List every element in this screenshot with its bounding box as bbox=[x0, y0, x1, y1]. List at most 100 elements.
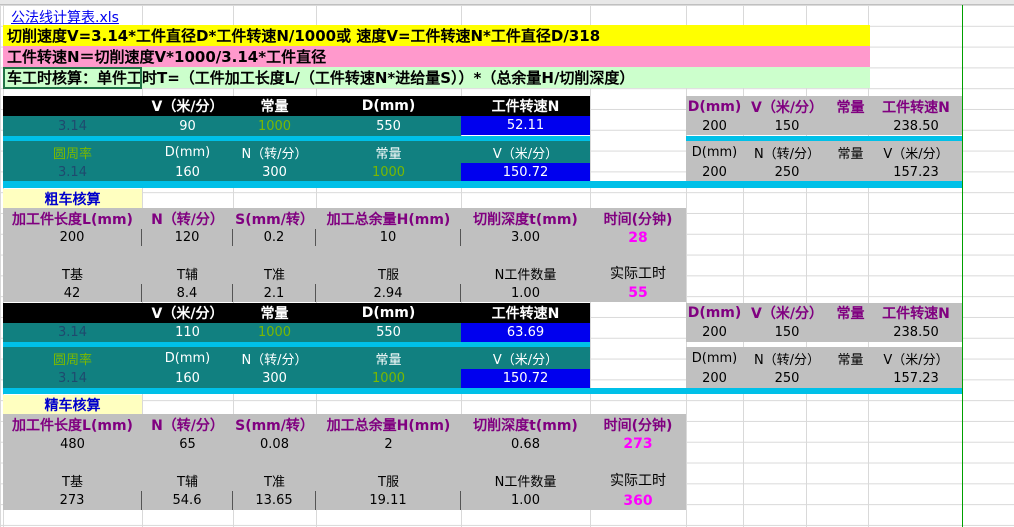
selected-cell[interactable] bbox=[3, 67, 142, 89]
fine-title: 精车核算 bbox=[3, 395, 142, 414]
side4-const[interactable] bbox=[831, 369, 870, 388]
fine-tserv[interactable]: 19.11 bbox=[316, 491, 461, 510]
column-header-strip bbox=[0, 0, 1014, 5]
side1-d-header: D(mm) bbox=[686, 96, 743, 117]
calc1-header-const: 常量 bbox=[233, 96, 316, 116]
rough-title: 粗车核算 bbox=[3, 189, 142, 208]
fine-count-label: N工件数量 bbox=[461, 469, 590, 491]
rough-tprep-label: T准 bbox=[233, 262, 316, 284]
rough-count[interactable]: 1.00 bbox=[461, 284, 590, 302]
rough-tprep[interactable]: 2.1 bbox=[233, 284, 316, 302]
calc2-const-label: 常量 bbox=[316, 347, 461, 369]
calc2-pi[interactable]: 3.14 bbox=[3, 323, 142, 342]
calc2-d2[interactable]: 160 bbox=[142, 369, 233, 388]
side2-n[interactable]: 250 bbox=[743, 163, 831, 181]
calc2-const[interactable]: 1000 bbox=[233, 323, 316, 342]
fine-header-l: 加工件长度L(mm) bbox=[3, 414, 142, 435]
side2-const[interactable] bbox=[831, 163, 870, 181]
side3-d[interactable]: 200 bbox=[686, 323, 743, 342]
side2-d[interactable]: 200 bbox=[686, 163, 743, 181]
calc2-v-result[interactable]: 150.72 bbox=[461, 369, 590, 388]
fine-h[interactable]: 2 bbox=[316, 435, 461, 453]
fine-t[interactable]: 0.68 bbox=[461, 435, 590, 453]
rough-tserv-label: T服 bbox=[316, 262, 461, 284]
fine-n[interactable]: 65 bbox=[142, 435, 233, 453]
side2-n-header: N（转/分） bbox=[743, 141, 831, 163]
fine-taux[interactable]: 54.6 bbox=[142, 491, 233, 510]
calc1-d[interactable]: 550 bbox=[316, 116, 461, 136]
side4-n[interactable]: 250 bbox=[743, 369, 831, 388]
fine-count[interactable]: 1.00 bbox=[461, 491, 590, 510]
side1-const[interactable] bbox=[831, 117, 870, 135]
calc2-pi2[interactable]: 3.14 bbox=[3, 369, 142, 388]
rough-tbase[interactable]: 42 bbox=[3, 284, 142, 302]
rough-time[interactable]: 28 bbox=[590, 229, 686, 246]
calc1-n-result[interactable]: 52.11 bbox=[461, 116, 590, 135]
side1-v[interactable]: 150 bbox=[743, 117, 831, 135]
fine-tbase-label: T基 bbox=[3, 469, 142, 491]
calc2-v-label: V（米/分） bbox=[461, 347, 590, 369]
fine-actual-label: 实际工时 bbox=[590, 469, 686, 491]
side3-n[interactable]: 238.50 bbox=[870, 323, 962, 342]
calc1-n2[interactable]: 300 bbox=[233, 163, 316, 181]
fine-tbase[interactable]: 273 bbox=[3, 491, 142, 510]
rough-header-h: 加工总余量H(mm) bbox=[316, 208, 461, 229]
calc1-v[interactable]: 90 bbox=[142, 116, 233, 136]
rough-tserv[interactable]: 2.94 bbox=[316, 284, 461, 302]
fine-header-t: 切削深度t(mm) bbox=[461, 414, 590, 435]
fine-l[interactable]: 480 bbox=[3, 435, 142, 453]
calc1-d2[interactable]: 160 bbox=[142, 163, 233, 181]
side4-d[interactable]: 200 bbox=[686, 369, 743, 388]
formula-rpm: 工件转速N＝切削速度V*1000/3.14*工件直径 bbox=[3, 46, 870, 67]
side2-v[interactable]: 157.23 bbox=[870, 163, 962, 181]
side4-v[interactable]: 157.23 bbox=[870, 369, 962, 388]
calc2-n-label: N（转/分） bbox=[233, 347, 316, 369]
fine-header-time: 时间(分钟) bbox=[590, 414, 686, 435]
side1-d[interactable]: 200 bbox=[686, 117, 743, 135]
calc2-const2[interactable]: 1000 bbox=[316, 369, 461, 388]
calc2-d[interactable]: 550 bbox=[316, 323, 461, 342]
side2-v-header: V（米/分） bbox=[870, 141, 962, 163]
side3-const[interactable] bbox=[831, 323, 870, 342]
calc2-v[interactable]: 110 bbox=[142, 323, 233, 342]
file-link[interactable]: 公法线计算表.xls bbox=[3, 7, 141, 27]
rough-h[interactable]: 10 bbox=[316, 229, 461, 246]
rough-n[interactable]: 120 bbox=[142, 229, 233, 246]
calc1-v-result[interactable]: 150.72 bbox=[461, 163, 590, 181]
side4-const-header: 常量 bbox=[831, 347, 870, 369]
calc1-header-d: D(mm) bbox=[316, 96, 461, 116]
side3-const-header: 常量 bbox=[831, 303, 870, 323]
calc1-header-v: V（米/分） bbox=[142, 96, 233, 116]
fine-s[interactable]: 0.08 bbox=[233, 435, 316, 453]
calc2-header-0 bbox=[3, 303, 142, 323]
fine-tprep[interactable]: 13.65 bbox=[233, 491, 316, 510]
calc2-n-result[interactable]: 63.69 bbox=[461, 323, 590, 342]
calc2-n2[interactable]: 300 bbox=[233, 369, 316, 388]
side4-n-header: N（转/分） bbox=[743, 347, 831, 369]
calc1-header-0 bbox=[3, 96, 142, 116]
fine-actual[interactable]: 360 bbox=[590, 491, 686, 510]
rough-l[interactable]: 200 bbox=[3, 229, 142, 246]
side1-n[interactable]: 238.50 bbox=[870, 117, 962, 135]
fine-time[interactable]: 273 bbox=[590, 435, 686, 453]
side3-v[interactable]: 150 bbox=[743, 323, 831, 342]
calc1-v-label: V（米/分） bbox=[461, 141, 590, 163]
rough-header-s: S(mm/转） bbox=[233, 208, 316, 229]
calc1-const-label: 常量 bbox=[316, 141, 461, 163]
rough-tbase-label: T基 bbox=[3, 262, 142, 284]
calc1-header-n: 工件转速N bbox=[461, 96, 590, 116]
rough-actual[interactable]: 55 bbox=[590, 284, 686, 302]
calc1-const[interactable]: 1000 bbox=[233, 116, 316, 136]
calc1-d-label: D(mm) bbox=[142, 141, 233, 163]
cyan-divider bbox=[3, 388, 962, 394]
calc1-const2[interactable]: 1000 bbox=[316, 163, 461, 181]
formula-speed: 切削速度V=3.14*工件直径D*工件转速N/1000或 速度V=工件转速N*工… bbox=[3, 25, 870, 46]
fine-header-s: S(mm/转） bbox=[233, 414, 316, 435]
rough-taux[interactable]: 8.4 bbox=[142, 284, 233, 302]
rough-t[interactable]: 3.00 bbox=[461, 229, 590, 246]
calc1-pi[interactable]: 3.14 bbox=[3, 116, 142, 136]
rough-header-time: 时间(分钟) bbox=[590, 208, 686, 229]
rough-s[interactable]: 0.2 bbox=[233, 229, 316, 246]
calc1-pi2[interactable]: 3.14 bbox=[3, 163, 142, 181]
side4-d-header: D(mm) bbox=[686, 347, 743, 369]
